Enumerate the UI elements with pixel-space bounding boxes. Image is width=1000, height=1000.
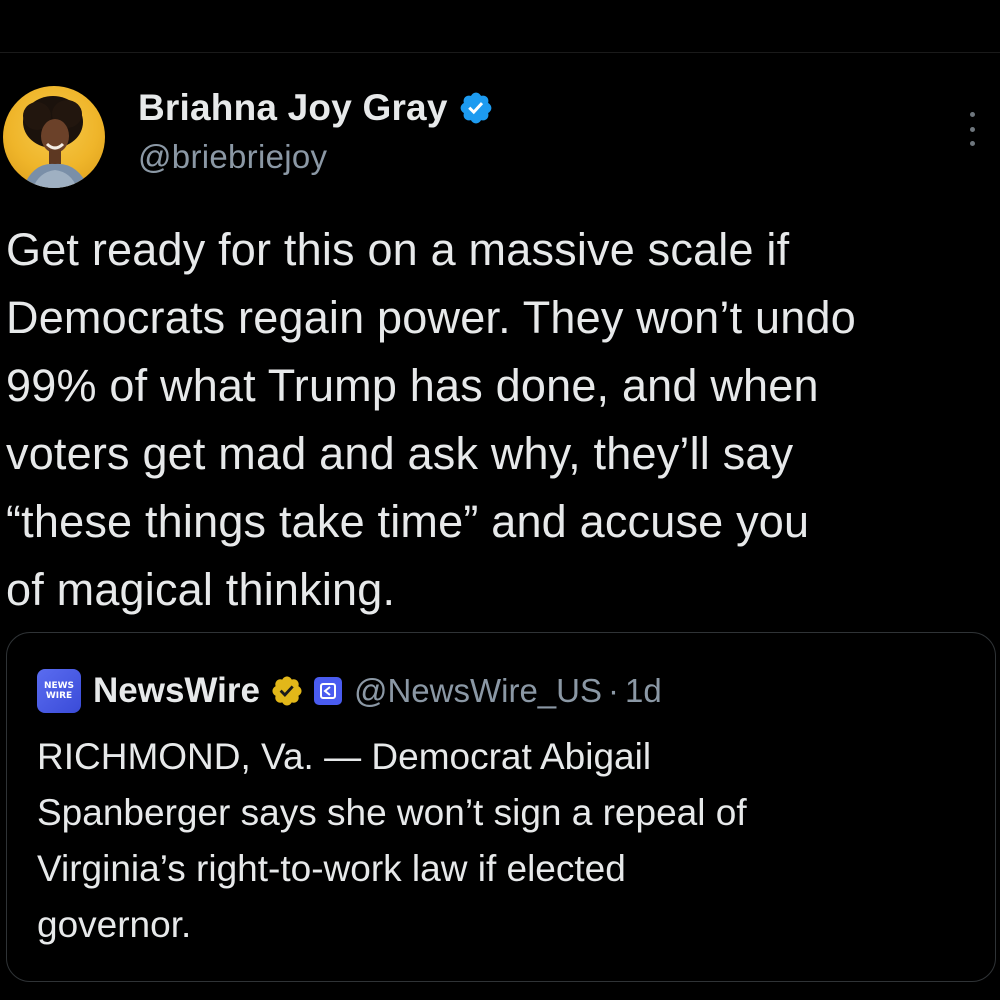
quoted-tweet-card[interactable]: NEWS WIRE NewsWire @NewsWire_US · 1d RIC… [6,632,996,982]
avatar-photo-icon [23,96,89,188]
verified-badge-icon [460,92,491,124]
quote-timestamp[interactable]: 1d [625,672,662,710]
tweet-text: Get ready for this on a massive scale if… [6,224,856,615]
author-handle[interactable]: @briebriejoy [138,138,494,176]
quote-separator: · [608,672,620,709]
affiliate-badge-icon[interactable] [313,677,342,705]
newswire-logo-icon[interactable]: NEWS WIRE [37,669,81,713]
logo-line-1: NEWS [43,681,75,691]
more-dot [969,141,975,146]
author-display-name[interactable]: Briahna Joy Gray [138,87,448,129]
logo-line-2: WIRE [45,691,73,701]
more-dot [969,126,975,132]
quote-text: RICHMOND, Va. — Democrat Abigail Spanber… [37,736,747,945]
top-divider [0,52,1000,53]
more-options-icon[interactable] [962,112,982,146]
gold-verified-badge-icon [272,676,302,706]
quote-display-name[interactable]: NewsWire [93,671,260,711]
more-dot [969,112,975,117]
quote-header: NEWS WIRE NewsWire @NewsWire_US · 1d [37,669,662,713]
avatar[interactable] [3,86,105,188]
name-row: Briahna Joy Gray [138,84,494,132]
quote-handle[interactable]: @NewsWire_US [354,672,602,710]
author-info: Briahna Joy Gray @briebriejoy [138,84,494,176]
affiliate-logo-icon [319,683,336,699]
tweet-header: Briahna Joy Gray @briebriejoy [0,82,1000,192]
